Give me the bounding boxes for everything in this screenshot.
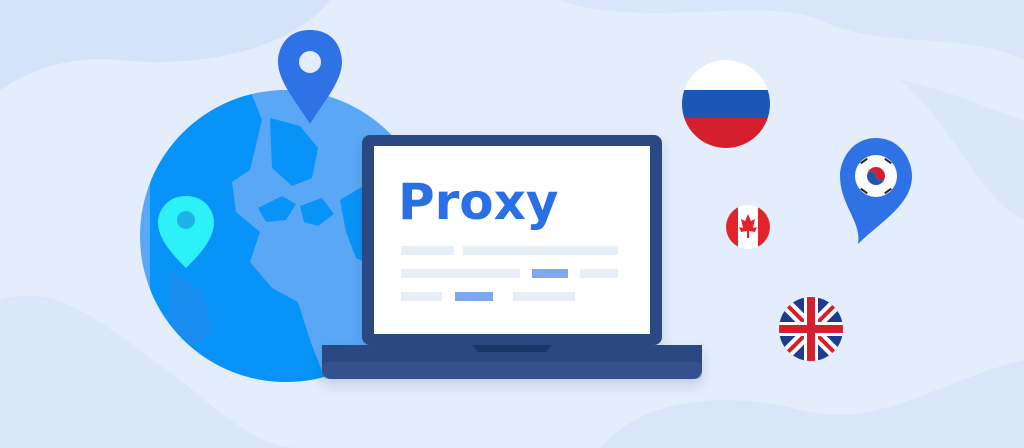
proxy-title: Proxy [398,173,559,231]
south-korea-flag-pin-icon [840,138,912,244]
russia-flag-icon [682,60,770,148]
laptop-touchpad-notch [472,345,552,352]
united-kingdom-flag-icon [779,297,843,361]
canada-flag-icon [726,205,770,249]
proxy-illustration: Proxy [0,0,1024,448]
laptop-illustration [322,135,702,379]
illustration-canvas: Proxy [0,0,1024,448]
